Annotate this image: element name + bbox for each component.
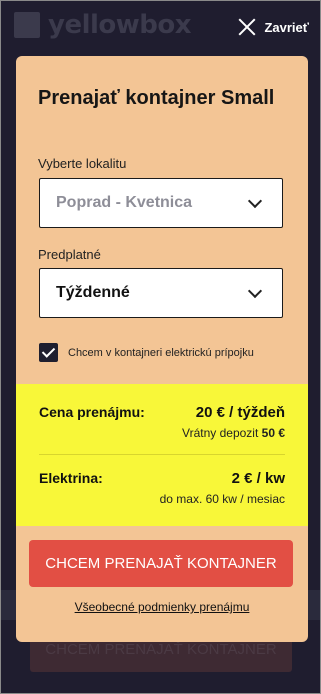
rent-label: Cena prenájmu: bbox=[39, 404, 145, 420]
brand-logo: yellowbox bbox=[14, 10, 192, 40]
pricing-panel: Cena prenájmu: 20 € / týždeň Vrátny depo… bbox=[16, 384, 308, 526]
terms-link[interactable]: Všeobecné podmienky prenájmu bbox=[16, 600, 308, 614]
electric-price: 2 € / kw bbox=[231, 470, 285, 487]
rent-container-button[interactable]: CHCEM PRENAJAŤ KONTAJNER bbox=[29, 540, 293, 587]
electric-label: Elektrina: bbox=[39, 470, 103, 486]
subscription-select[interactable]: Týždenné bbox=[39, 268, 283, 318]
electric-option: Chcem v kontajneri elektrickú prípojku bbox=[39, 343, 254, 362]
electric-note: do max. 60 kw / mesiac bbox=[159, 492, 285, 506]
close-icon bbox=[238, 18, 256, 36]
rent-price: 20 € / týždeň bbox=[195, 404, 285, 421]
chevron-down-icon bbox=[247, 193, 263, 209]
location-label: Vyberte lokalitu bbox=[38, 156, 127, 171]
close-button[interactable]: Zavrieť bbox=[238, 18, 309, 36]
pricing-divider bbox=[39, 454, 285, 455]
brand-name: yellowbox bbox=[48, 10, 192, 40]
deposit-value: 50 € bbox=[261, 426, 285, 440]
electric-checkbox-label[interactable]: Chcem v kontajneri elektrickú prípojku bbox=[68, 347, 254, 359]
location-value: Poprad - Kvetnica bbox=[56, 194, 193, 211]
deposit-text: Vrátny depozit bbox=[182, 426, 259, 440]
electric-checkbox[interactable] bbox=[39, 343, 58, 362]
subscription-value: Týždenné bbox=[56, 284, 130, 301]
modal-title: Prenajať kontajner Small bbox=[38, 87, 275, 109]
logo-icon bbox=[14, 12, 40, 38]
chevron-down-icon bbox=[247, 283, 263, 299]
deposit-info: Vrátny depozit 50 € bbox=[182, 426, 285, 440]
location-select[interactable]: Poprad - Kvetnica bbox=[39, 178, 283, 228]
rent-modal: Prenajať kontajner Small Vyberte lokalit… bbox=[16, 56, 308, 642]
close-label: Zavrieť bbox=[264, 19, 309, 35]
subscription-label: Predplatné bbox=[38, 247, 101, 262]
